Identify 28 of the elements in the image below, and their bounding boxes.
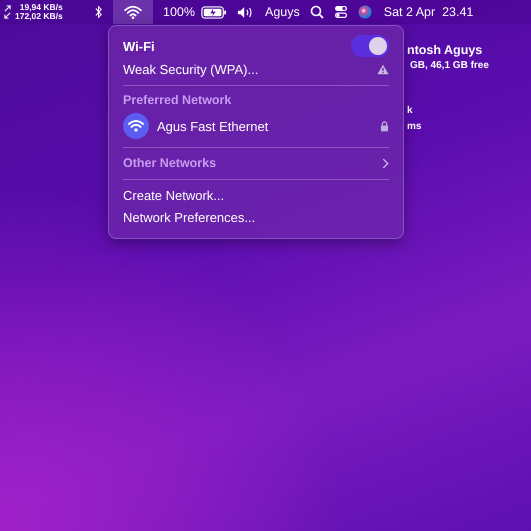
menu-item[interactable]: Weak Security (WPA)... <box>123 62 258 76</box>
battery-charging-icon[interactable] <box>200 6 227 18</box>
desktop-label: ntosh Aguys <box>407 43 482 57</box>
bluetooth-icon[interactable] <box>94 5 103 19</box>
up-down-arrows-icon <box>4 5 11 19</box>
siri-icon[interactable] <box>358 5 372 19</box>
wifi-icon <box>123 113 149 139</box>
desktop-label: k <box>407 105 413 116</box>
wifi-toggle[interactable] <box>351 35 389 57</box>
menu-title: Wi-Fi <box>123 38 155 54</box>
section-header: Preferred Network <box>123 92 232 109</box>
network-item[interactable]: Agus Fast Ethernet <box>123 110 389 142</box>
battery-percentage: 100% <box>163 5 195 19</box>
wifi-menu-button[interactable] <box>113 0 153 24</box>
chevron-right-icon <box>382 158 389 168</box>
desktop-label: ms <box>407 121 422 132</box>
menu-item[interactable]: Create Network... <box>123 184 389 206</box>
user-name[interactable]: Aguys <box>264 5 300 19</box>
search-icon[interactable] <box>310 5 324 19</box>
other-networks-item[interactable]: Other Networks <box>123 152 389 174</box>
upload-speed: 19,94 KB/s <box>20 3 63 12</box>
desktop-label: GB, 46,1 GB free <box>410 60 489 71</box>
wifi-icon <box>124 5 142 19</box>
warning-icon <box>377 64 389 74</box>
clock[interactable]: Sat 2 Apr 23.41 <box>384 5 474 19</box>
download-speed: 172,02 KB/s <box>15 12 63 21</box>
menu-item[interactable]: Network Preferences... <box>123 206 389 228</box>
control-center-icon[interactable] <box>334 5 348 19</box>
